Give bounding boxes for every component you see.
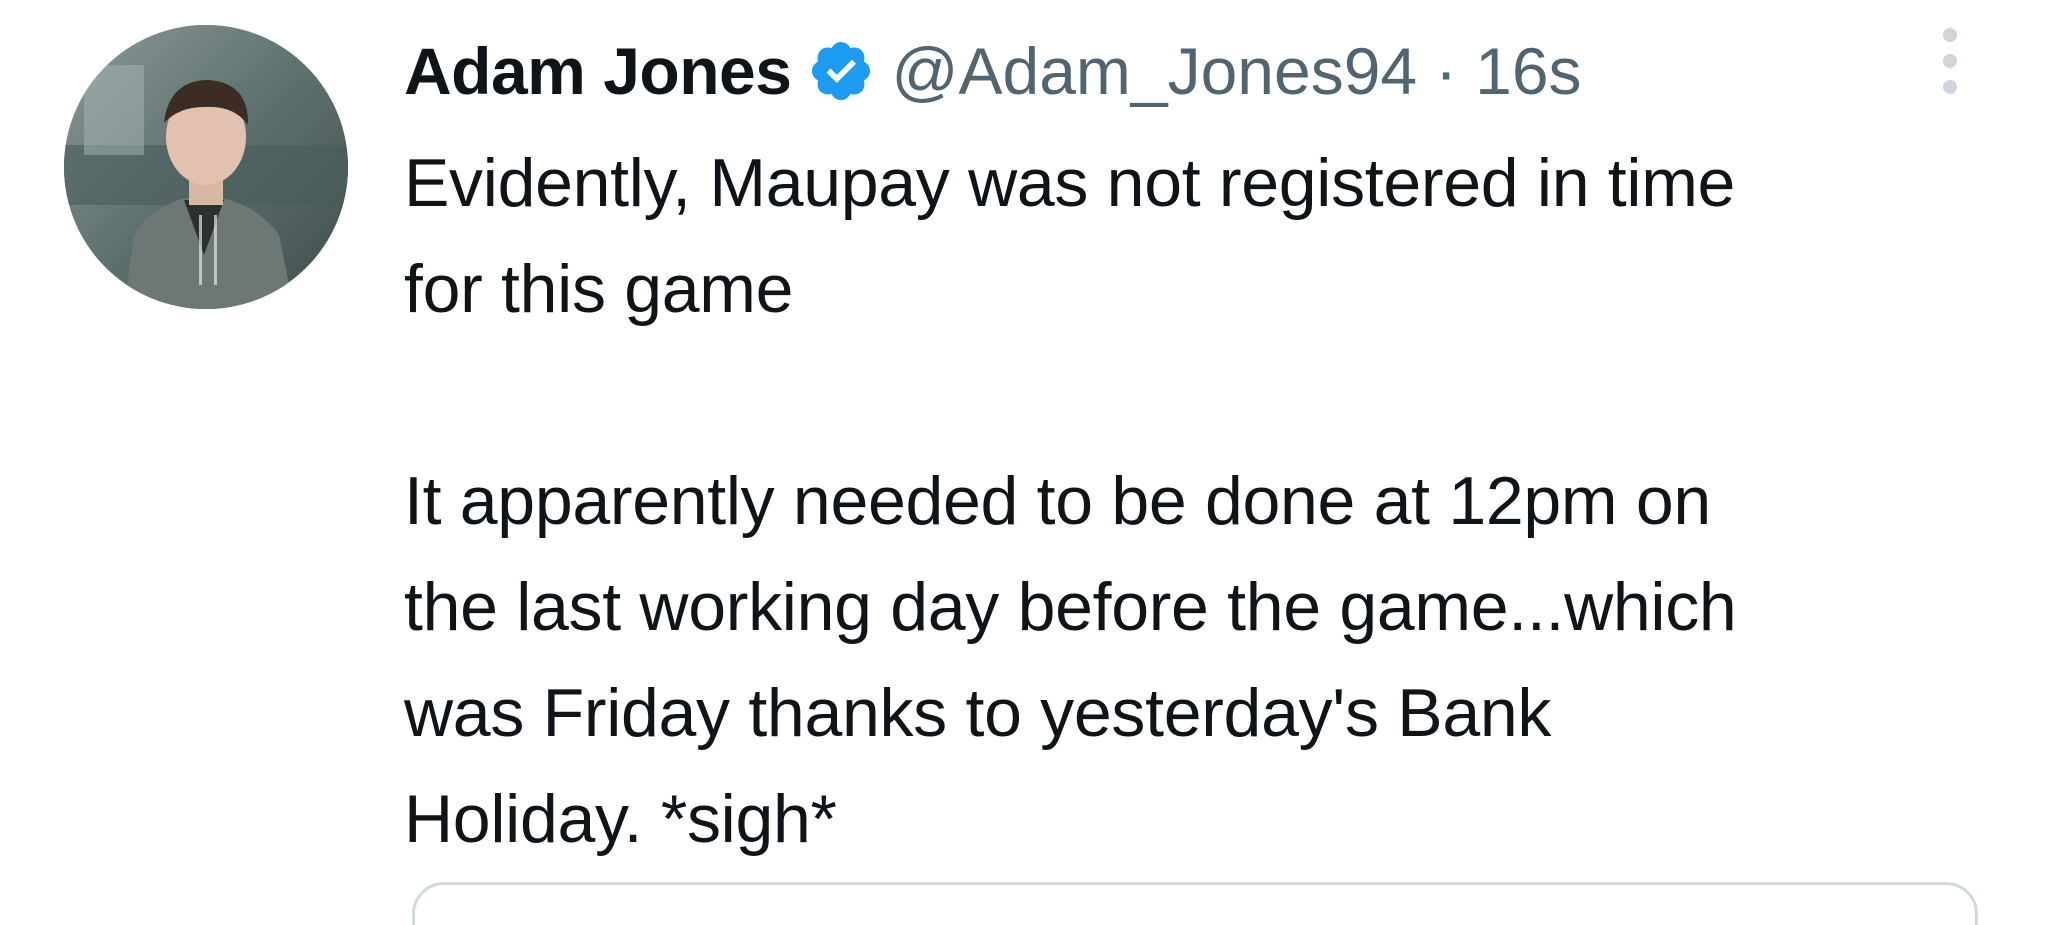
more-dot — [1943, 54, 1957, 68]
timestamp[interactable]: 16s — [1475, 33, 1581, 109]
tweet[interactable]: Adam Jones @Adam_Jones94 · 16s Evidently… — [0, 0, 2048, 925]
avatar-photo — [64, 25, 348, 309]
attached-card[interactable] — [412, 882, 1978, 925]
avatar[interactable] — [64, 25, 348, 309]
separator-dot: · — [1435, 34, 1458, 108]
tweet-text: Evidently, Maupay was not registered in … — [404, 145, 1737, 857]
verified-badge-icon — [807, 37, 875, 105]
more-options-icon[interactable] — [1935, 28, 1965, 94]
author-handle[interactable]: @Adam_Jones94 — [891, 33, 1417, 109]
more-dot — [1943, 80, 1957, 94]
author-name[interactable]: Adam Jones — [404, 33, 792, 109]
tweet-header: Adam Jones @Adam_Jones94 · 16s — [404, 28, 1582, 114]
more-dot — [1943, 28, 1957, 42]
